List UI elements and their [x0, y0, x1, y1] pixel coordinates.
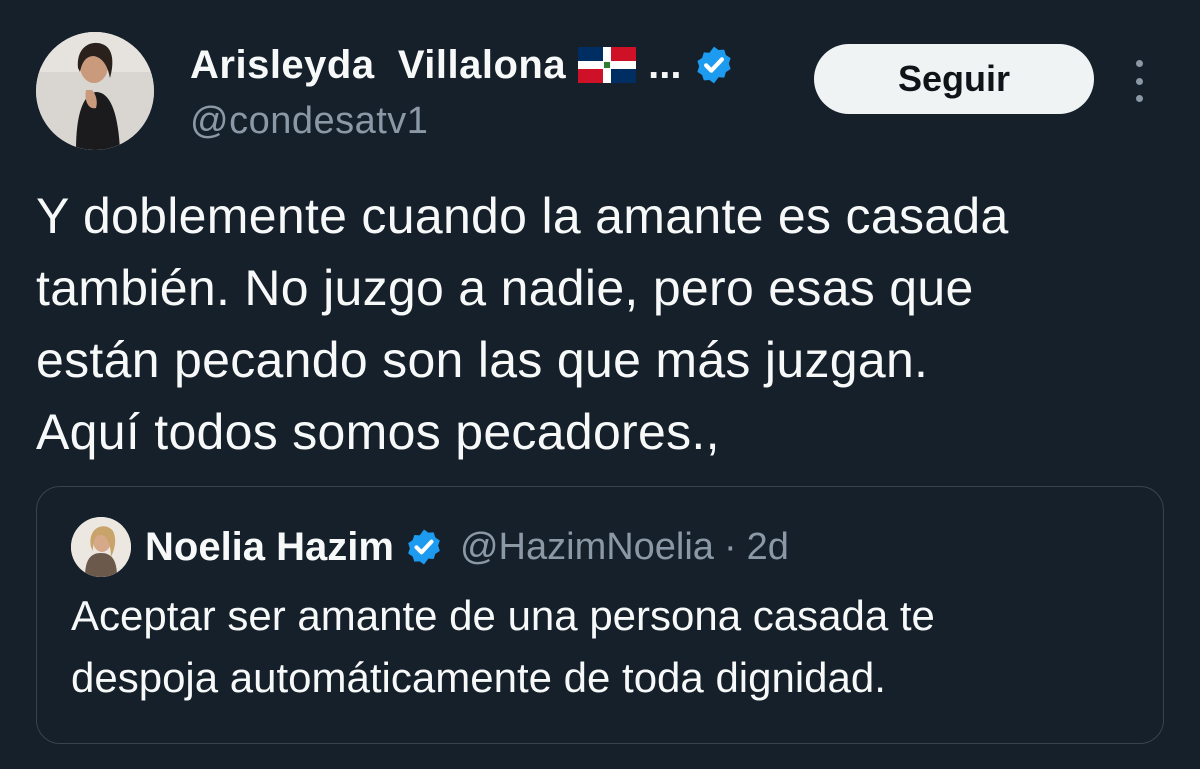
- verified-badge-icon[interactable]: [404, 527, 444, 567]
- quoted-tweet-text: Aceptar ser amante de una persona casada…: [71, 592, 935, 701]
- author-avatar[interactable]: [36, 32, 154, 150]
- quoted-author-handle[interactable]: @HazimNoelia: [460, 526, 714, 569]
- quoted-author-avatar[interactable]: [71, 517, 131, 577]
- more-options-icon[interactable]: [1124, 56, 1154, 106]
- name-truncation-ellipsis: ...: [648, 42, 682, 87]
- verified-badge-icon[interactable]: [693, 44, 735, 86]
- quoted-tweet-header: Noelia Hazim @HazimNoelia · 2d: [145, 517, 789, 577]
- quoted-tweet-card[interactable]: Noelia Hazim @HazimNoelia · 2d Aceptar s…: [36, 486, 1164, 744]
- author-name-row[interactable]: Arisleyda Villalona ...: [190, 40, 735, 90]
- follow-button[interactable]: Seguir: [814, 44, 1094, 114]
- author-display-name[interactable]: Arisleyda Villalona: [190, 43, 566, 88]
- author-handle[interactable]: @condesatv1: [190, 100, 428, 143]
- tweet-text: Y doblemente cuando la amante es casada …: [36, 188, 1009, 460]
- timestamp-separator: ·: [723, 525, 737, 568]
- quoted-tweet-timestamp[interactable]: 2d: [747, 526, 789, 569]
- quoted-author-name[interactable]: Noelia Hazim: [145, 525, 394, 570]
- dominican-flag-icon: [578, 47, 637, 83]
